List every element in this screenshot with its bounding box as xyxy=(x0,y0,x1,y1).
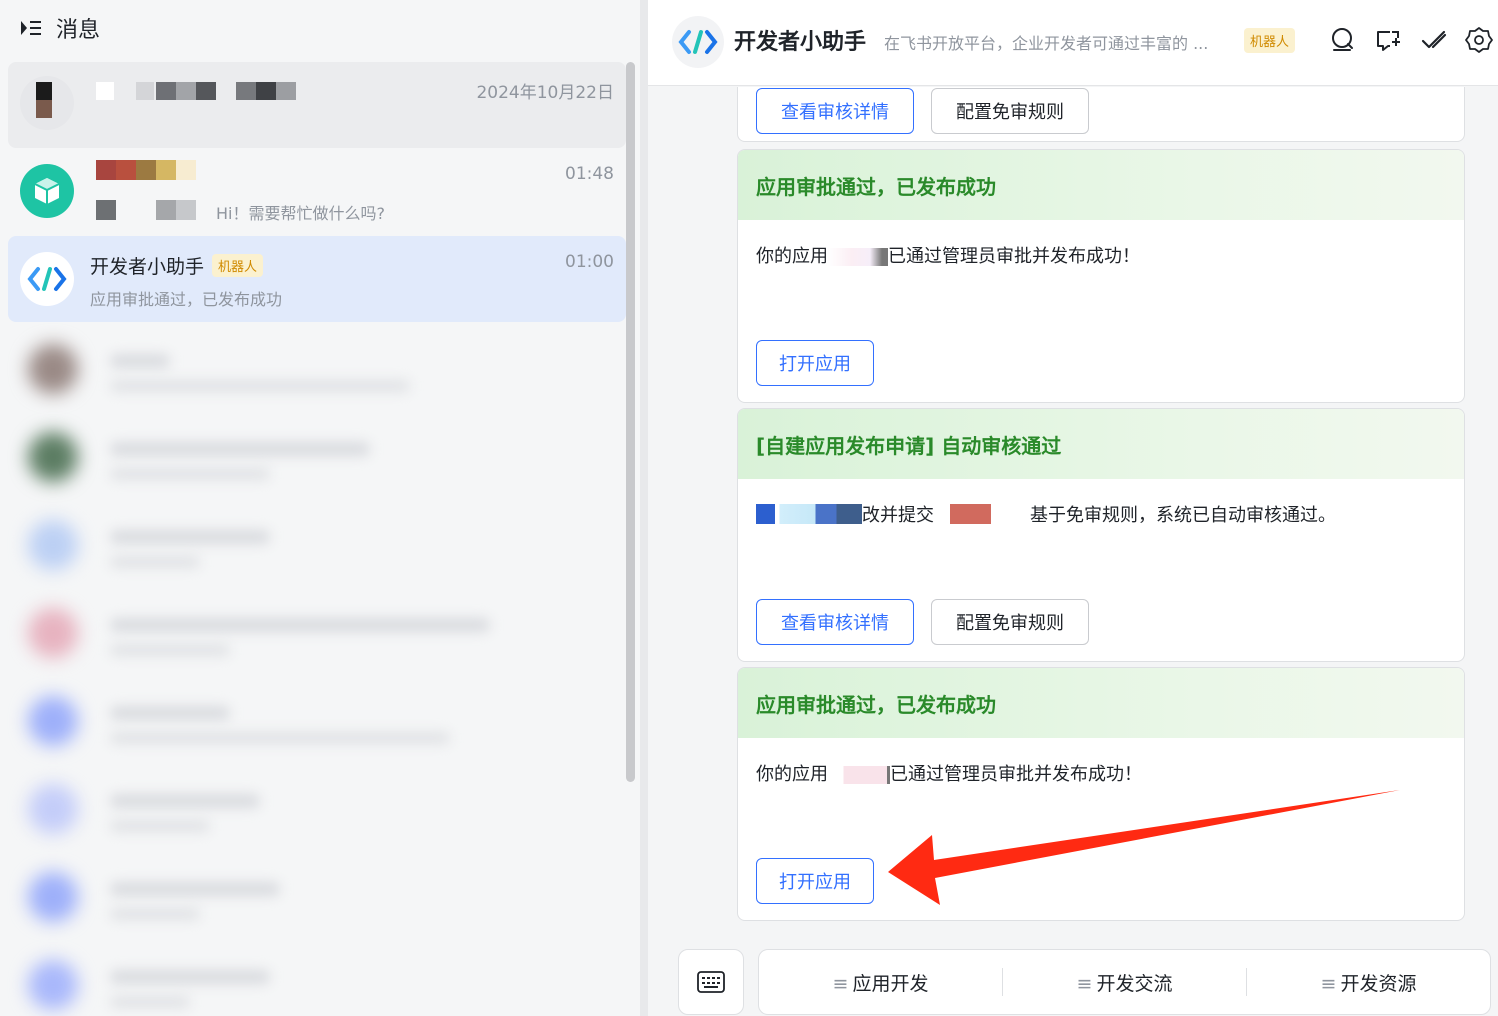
conversation-time: 2024年10月22日 xyxy=(476,83,614,103)
chat-title: 开发者小助手 xyxy=(734,30,867,55)
card-heading: 应用审批通过，已发布成功 xyxy=(738,150,1464,220)
panel-title: 消息 xyxy=(56,18,101,43)
app-logo-icon xyxy=(20,252,74,306)
conversation-preview: 应用审批通过，已发布成功 xyxy=(90,290,283,309)
message-card: 应用审批通过，已发布成功 你的应用 已通过管理员审批并发布成功！ 打开应用 xyxy=(737,667,1465,921)
conversation-time: 01:48 xyxy=(565,164,614,184)
menu-lines-icon: ≡ xyxy=(1320,972,1337,995)
menu-item-dev-exchange[interactable]: ≡ 开发交流 xyxy=(1003,969,1246,996)
open-app-button[interactable]: 打开应用 xyxy=(756,340,874,386)
message-card: 查看审核详情 配置免审规则 xyxy=(737,87,1465,142)
check-icon[interactable] xyxy=(1420,26,1448,54)
message-card: 应用审批通过，已发布成功 你的应用 已通过管理员审批并发布成功！ 打开应用 xyxy=(737,149,1465,403)
conversation-header: 消息 xyxy=(0,0,640,56)
message-feed: 查看审核详情 配置免审规则 应用审批通过，已发布成功 你的应用已通过管理员审批并… xyxy=(648,87,1498,927)
chat-panel: 开发者小助手 在飞书开放平台，企业开发者可通过丰富的 ... 机器人 查看审核详… xyxy=(648,0,1498,1016)
configure-exemption-rules-button[interactable]: 配置免审规则 xyxy=(931,599,1089,645)
view-review-details-button[interactable]: 查看审核详情 xyxy=(756,599,914,645)
card-body-prefix: 你的应用 xyxy=(756,246,828,267)
view-review-details-button[interactable]: 查看审核详情 xyxy=(756,88,914,134)
conversation-panel: 消息 2024年10月22日 01:48 Hi！需要帮忙做什么吗? 开发者小助手… xyxy=(0,0,640,1016)
keyboard-toggle-button[interactable] xyxy=(678,949,744,1015)
keyboard-icon xyxy=(697,971,725,993)
conversation-scrollbar[interactable] xyxy=(626,62,635,782)
blurred-conversation-list xyxy=(0,322,630,1016)
card-body: 改并提交 基于免审规则，系统已自动审核通过。 xyxy=(756,501,1336,527)
bot-cube-icon xyxy=(20,164,74,218)
conversation-item[interactable]: 2024年10月22日 xyxy=(8,62,626,148)
menu-item-label: 开发交流 xyxy=(1096,972,1173,995)
menu-icon[interactable] xyxy=(20,19,42,37)
add-chat-icon[interactable] xyxy=(1374,26,1402,54)
conversation-preview: Hi！需要帮忙做什么吗? xyxy=(216,204,385,223)
card-body-mid: 改并提交 xyxy=(862,505,934,526)
configure-exemption-rules-button[interactable]: 配置免审规则 xyxy=(931,88,1089,134)
redacted-user xyxy=(950,504,1018,524)
bot-badge: 机器人 xyxy=(1244,28,1296,53)
open-app-button[interactable]: 打开应用 xyxy=(756,858,874,904)
card-heading: [自建应用发布申请] 自动审核通过 xyxy=(738,409,1464,479)
menu-lines-icon: ≡ xyxy=(1076,972,1093,995)
card-body: 你的应用 已通过管理员审批并发布成功！ xyxy=(756,242,1140,268)
bot-badge: 机器人 xyxy=(212,254,264,277)
card-body-prefix: 你的应用 xyxy=(756,764,828,785)
menu-lines-icon: ≡ xyxy=(832,972,849,995)
conversation-name: 开发者小助手 机器人 xyxy=(90,252,264,279)
search-icon[interactable] xyxy=(1328,26,1356,54)
redacted-app-name xyxy=(828,248,888,266)
app-window: 消息 2024年10月22日 01:48 Hi！需要帮忙做什么吗? 开发者小助手… xyxy=(0,0,1498,1016)
bot-menu-bar: ≡ 应用开发 ≡ 开发交流 ≡ 开发资源 xyxy=(758,949,1491,1015)
conversation-item-developer-assistant[interactable]: 开发者小助手 机器人 01:00 应用审批通过，已发布成功 xyxy=(8,236,626,322)
chat-description: 在飞书开放平台，企业开发者可通过丰富的 ... xyxy=(884,34,1209,53)
panel-divider[interactable] xyxy=(640,0,648,1016)
conversation-name-text: 开发者小助手 xyxy=(90,256,205,278)
card-body-suffix: 基于免审规则，系统已自动审核通过。 xyxy=(1030,505,1336,526)
menu-item-app-development[interactable]: ≡ 应用开发 xyxy=(759,969,1002,996)
redacted-app-name xyxy=(756,504,862,524)
conversation-time: 01:00 xyxy=(565,252,614,272)
redacted-app-name xyxy=(828,766,890,784)
card-body-suffix: 已通过管理员审批并发布成功！ xyxy=(890,764,1142,785)
card-body: 你的应用 已通过管理员审批并发布成功！ xyxy=(756,760,1142,786)
menu-item-label: 应用开发 xyxy=(852,972,929,995)
card-heading: 应用审批通过，已发布成功 xyxy=(738,668,1464,738)
message-card: [自建应用发布申请] 自动审核通过 改并提交 基于免审规则，系统已自动审核通过。… xyxy=(737,408,1465,662)
chat-header: 开发者小助手 在飞书开放平台，企业开发者可通过丰富的 ... 机器人 xyxy=(648,0,1498,86)
avatar xyxy=(20,76,74,130)
card-body-suffix: 已通过管理员审批并发布成功！ xyxy=(888,246,1140,267)
menu-item-dev-resources[interactable]: ≡ 开发资源 xyxy=(1247,969,1490,996)
menu-item-label: 开发资源 xyxy=(1340,972,1417,995)
conversation-item[interactable]: 01:48 Hi！需要帮忙做什么吗? xyxy=(8,148,626,234)
app-logo-icon xyxy=(672,16,724,68)
settings-icon[interactable] xyxy=(1465,26,1493,54)
